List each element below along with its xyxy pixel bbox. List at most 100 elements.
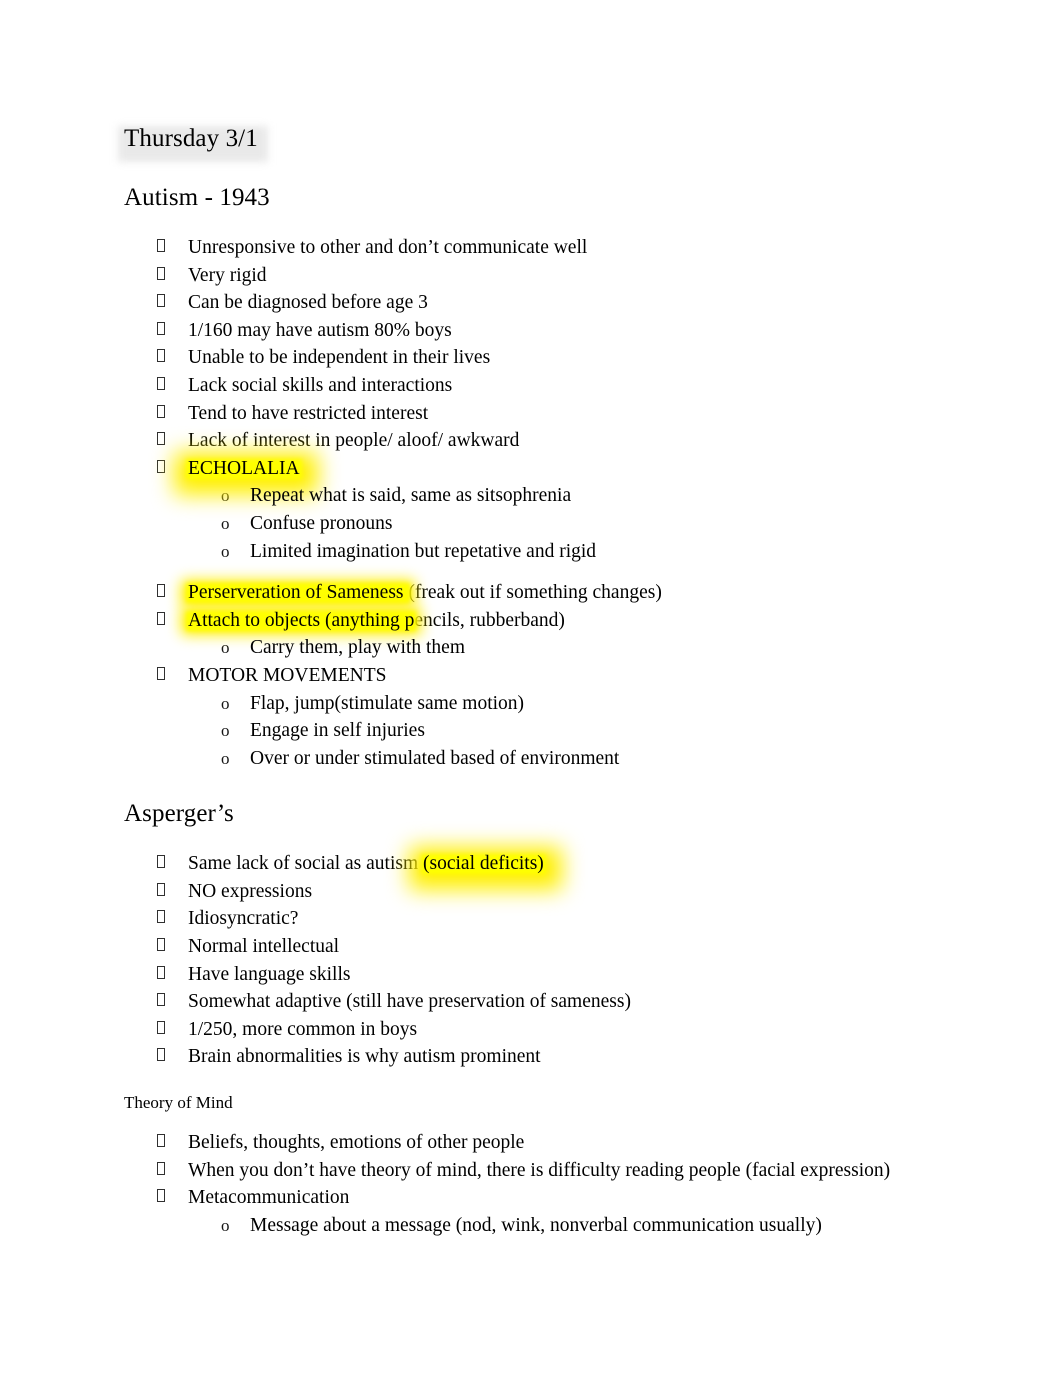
list-item-text: Can be diagnosed before age 3 — [188, 292, 428, 314]
list-item: Unable to be independent in their lives — [124, 344, 944, 372]
list-item: o Flap, jump(stimulate same motion) — [124, 690, 944, 718]
list-item: 1/160 may have autism 80% boys — [124, 317, 944, 345]
motor-movements-list: MOTOR MOVEMENTS — [124, 662, 944, 690]
list-item-text: Limited imagination but repetative and r… — [250, 540, 597, 562]
list-item: o Confuse pronouns — [124, 510, 944, 538]
list-item: o Message about a message (nod, wink, no… — [124, 1212, 944, 1240]
bullet-box-icon — [157, 344, 171, 372]
list-item-text: Brain abnormalities is why autism promin… — [188, 1046, 541, 1068]
autism-bullet-list-continued: Perserveration of Sameness (freak out if… — [124, 579, 944, 634]
section-heading-aspergers: Asperger’s — [124, 800, 234, 828]
bullet-box-icon — [157, 1016, 171, 1044]
echolalia-sub-list: o Repeat what is said, same as sitsophre… — [124, 482, 944, 565]
list-item: Have language skills — [124, 961, 944, 989]
bullet-box-icon — [157, 427, 171, 455]
list-item: o Carry them, play with them — [124, 634, 944, 662]
list-item-text: (freak out if something changes) — [408, 582, 662, 604]
page-title: Thursday 3/1 — [118, 122, 268, 162]
bullet-box-icon — [157, 933, 171, 961]
bullet-box-icon — [157, 1129, 171, 1157]
list-item-text: Metacommunication — [188, 1187, 350, 1209]
motor-movements-sub-list: o Flap, jump(stimulate same motion) o En… — [124, 690, 944, 773]
page-title-text: Thursday 3/1 — [124, 125, 258, 152]
sub-bullet-o-icon: o — [221, 638, 230, 658]
list-item-text: encils, rubberband) — [414, 609, 565, 631]
list-item-perserveration: Perserveration of Sameness (freak out if… — [124, 579, 944, 607]
bullet-box-icon — [157, 988, 171, 1016]
list-item-text: Tend to have restricted interest — [188, 402, 429, 424]
list-item: Normal intellectual — [124, 933, 944, 961]
list-item: Brain abnormalities is why autism promin… — [124, 1043, 944, 1071]
list-item-text: Message about a message (nod, wink, nonv… — [250, 1214, 822, 1236]
list-item: Very rigid — [124, 262, 944, 290]
highlighted-text-social-deficits: (social deficits) — [423, 853, 544, 875]
list-item-text: Lack of interest in people/ aloof/ awkwa… — [188, 430, 520, 452]
bullet-box-icon — [157, 1184, 171, 1212]
list-item-text: Over or under stimulated based of enviro… — [250, 747, 620, 769]
list-item-text: MOTOR MOVEMENTS — [188, 664, 387, 686]
sub-bullet-o-icon: o — [221, 721, 230, 741]
highlighted-text-echolalia: ECHOLALIA — [188, 457, 300, 479]
list-item-text: NO expressions — [188, 880, 313, 902]
list-item-text: 1/160 may have autism 80% boys — [188, 319, 452, 341]
highlighted-text-attach-objects: Attach to objects (anything p — [188, 609, 415, 631]
list-item-text: Engage in self injuries — [250, 720, 425, 742]
bullet-box-icon — [157, 607, 171, 635]
list-item-text: Have language skills — [188, 963, 351, 985]
list-item: o Engage in self injuries — [124, 717, 944, 745]
bullet-box-icon — [157, 234, 171, 262]
bullet-box-icon — [157, 317, 171, 345]
bullet-box-icon — [157, 878, 171, 906]
document-page: Thursday 3/1 Autism - 1943 Unresponsive … — [0, 0, 1062, 1377]
sub-heading-theory-of-mind: Theory of Mind — [124, 1093, 233, 1113]
list-item: Unresponsive to other and don’t communic… — [124, 234, 944, 262]
list-item: When you don’t have theory of mind, ther… — [124, 1157, 944, 1185]
bullet-box-icon — [157, 289, 171, 317]
list-item-text: Idiosyncratic? — [188, 908, 299, 930]
section-heading-autism: Autism - 1943 — [124, 184, 270, 211]
list-item-text: Beliefs, thoughts, emotions of other peo… — [188, 1132, 525, 1154]
list-item-text: Same lack of social as autism — [188, 853, 424, 875]
sub-bullet-o-icon: o — [221, 513, 230, 533]
attach-objects-sub-list: o Carry them, play with them — [124, 634, 944, 662]
list-item-text: Repeat what is said, same as sitsophreni… — [250, 485, 572, 507]
sub-bullet-o-icon: o — [221, 693, 230, 713]
bullet-box-icon — [157, 400, 171, 428]
list-item: o Over or under stimulated based of envi… — [124, 745, 944, 773]
aspergers-bullet-list: Same lack of social as autism (social de… — [124, 850, 944, 1071]
list-item-echolalia: ECHOLALIA — [124, 455, 944, 483]
list-item-text: Normal intellectual — [188, 936, 340, 958]
theory-of-mind-list: Beliefs, thoughts, emotions of other peo… — [124, 1129, 944, 1212]
autism-bullet-list: Unresponsive to other and don’t communic… — [124, 234, 944, 482]
bullet-box-icon — [157, 455, 171, 483]
list-item-text: Somewhat adaptive (still have preservati… — [188, 991, 631, 1013]
list-item: Can be diagnosed before age 3 — [124, 289, 944, 317]
list-item-text: Lack social skills and interactions — [188, 374, 453, 396]
bullet-box-icon — [157, 372, 171, 400]
bullet-box-icon — [157, 1043, 171, 1071]
list-item: Tend to have restricted interest — [124, 400, 944, 428]
sub-bullet-o-icon: o — [221, 1215, 230, 1235]
bullet-box-icon — [157, 262, 171, 290]
list-item: Metacommunication — [124, 1184, 944, 1212]
sub-bullet-o-icon: o — [221, 541, 230, 561]
list-item-text: Confuse pronouns — [250, 512, 393, 534]
list-item-text: 1/250, more common in boys — [188, 1018, 418, 1040]
bullet-box-icon — [157, 1157, 171, 1185]
list-item-motor-movements: MOTOR MOVEMENTS — [124, 662, 944, 690]
metacommunication-sub-list: o Message about a message (nod, wink, no… — [124, 1212, 944, 1240]
sub-bullet-o-icon: o — [221, 748, 230, 768]
list-item: Idiosyncratic? — [124, 905, 944, 933]
bullet-box-icon — [157, 662, 171, 690]
bullet-box-icon — [157, 961, 171, 989]
highlighted-text-perserveration: Perserveration of Sameness — [188, 582, 409, 604]
bullet-box-icon — [157, 850, 171, 878]
bullet-box-icon — [157, 905, 171, 933]
list-item-text: Unresponsive to other and don’t communic… — [188, 237, 588, 258]
list-item-social-deficits: Same lack of social as autism (social de… — [124, 850, 944, 878]
list-item-attach-objects: Attach to objects (anything pencils, rub… — [124, 607, 944, 635]
list-item: Beliefs, thoughts, emotions of other peo… — [124, 1129, 944, 1157]
list-item: Lack of interest in people/ aloof/ awkwa… — [124, 427, 944, 455]
list-item-text: Unable to be independent in their lives — [188, 347, 491, 369]
list-item-text: Very rigid — [188, 264, 267, 286]
